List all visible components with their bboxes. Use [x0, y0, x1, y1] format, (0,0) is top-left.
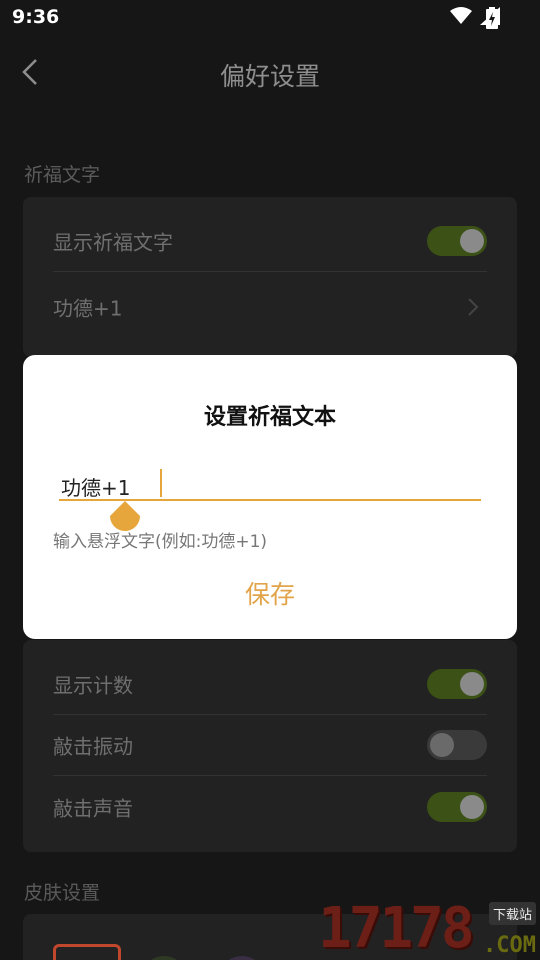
status-time: 9:36 — [12, 6, 60, 28]
row-blessing-text[interactable]: 功德+1 — [53, 276, 487, 337]
save-button[interactable]: 保存 — [23, 575, 517, 611]
section-title-blessing: 祈福文字 — [24, 164, 101, 186]
show-count-toggle[interactable] — [427, 669, 487, 699]
row-label: 显示祈福文字 — [53, 230, 173, 255]
row-label: 敲击振动 — [53, 734, 133, 759]
skin-thumb-selected[interactable] — [53, 944, 121, 960]
toggle-knob — [430, 733, 454, 757]
toggle-knob — [460, 672, 484, 696]
status-bar: 9:36 — [0, 0, 540, 36]
dialog-hint: 输入悬浮文字(例如:功德+1) — [53, 532, 268, 552]
blessing-text-input[interactable]: 功德+1 — [59, 467, 481, 501]
watermark-tag: 下载站 — [488, 902, 536, 925]
skin-thumb[interactable] — [219, 956, 265, 960]
page-title: 偏好设置 — [219, 62, 320, 91]
chevron-right-icon — [468, 297, 479, 316]
vibration-toggle[interactable] — [427, 730, 487, 760]
set-blessing-dialog: 设置祈福文本 功德+1 输入悬浮文字(例如:功德+1) 保存 — [23, 355, 517, 639]
counter-card: 显示计数 敲击振动 敲击声音 — [23, 640, 517, 852]
row-sound: 敲击声音 — [53, 776, 487, 837]
watermark-domain: .COM — [483, 933, 536, 958]
watermark-logo: 17178 下载站 .COM — [318, 898, 540, 960]
preferences-screen: 9:36 偏好设置 祈福文字 显示祈福文字 功德+1 显示计数 敲击振动 敲击声… — [0, 0, 540, 960]
blessing-card: 显示祈福文字 功德+1 — [23, 197, 517, 357]
app-header: 偏好设置 — [0, 36, 540, 110]
row-vibration: 敲击振动 — [53, 715, 487, 776]
show-blessing-toggle[interactable] — [427, 226, 487, 256]
row-label: 显示计数 — [53, 673, 133, 698]
row-label: 功德+1 — [53, 296, 123, 320]
text-caret — [160, 469, 162, 497]
toggle-knob — [460, 229, 484, 253]
row-show-blessing: 显示祈福文字 — [53, 211, 487, 272]
row-label: 敲击声音 — [53, 796, 133, 820]
section-title-skin: 皮肤设置 — [24, 882, 101, 904]
sound-toggle[interactable] — [427, 791, 487, 822]
dialog-title: 设置祈福文本 — [203, 405, 336, 430]
wifi-icon — [450, 7, 472, 24]
skin-thumb[interactable] — [141, 956, 187, 960]
battery-icon — [486, 7, 498, 29]
toggle-knob — [460, 794, 484, 819]
input-value: 功德+1 — [61, 476, 131, 500]
watermark-number: 17178 — [318, 896, 475, 960]
row-show-count: 显示计数 — [53, 654, 487, 715]
